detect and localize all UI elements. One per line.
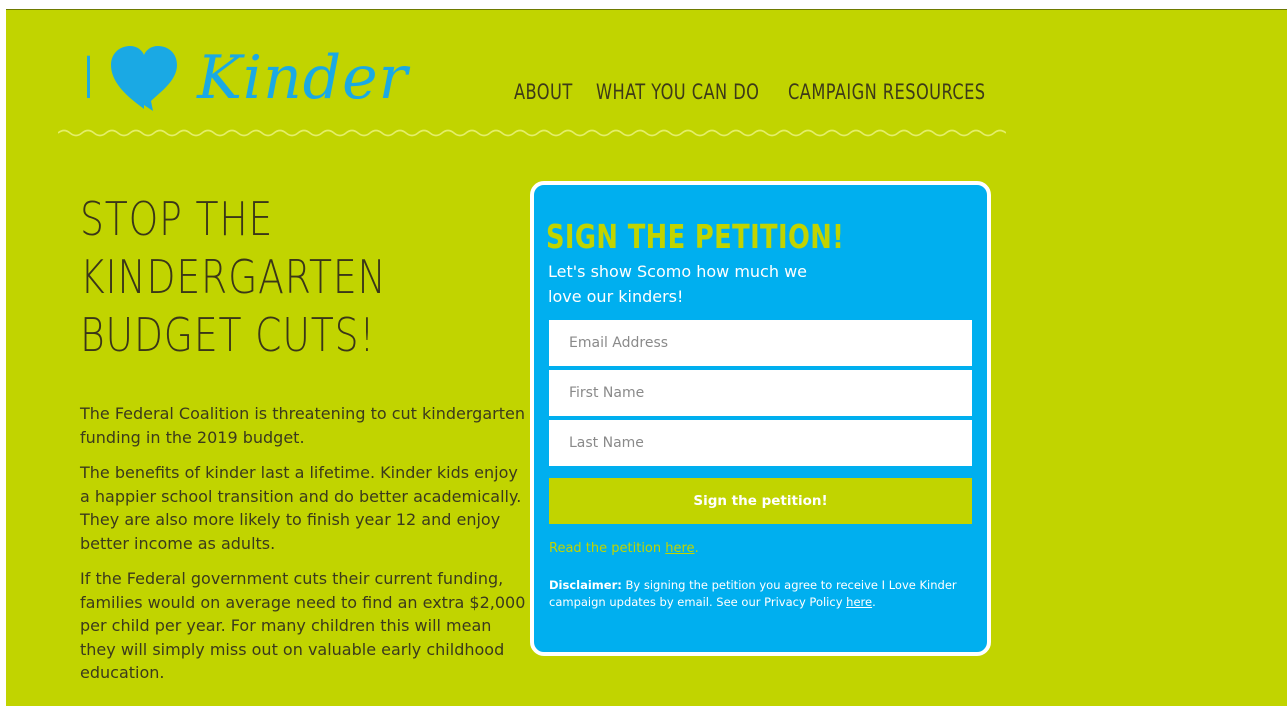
logo-prefix: I <box>80 44 98 112</box>
nav-item-campaign-resources[interactable]: CAMPAIGN RESOURCES <box>788 80 986 104</box>
heart-icon <box>111 46 178 111</box>
headline-line-2: KINDERGARTEN <box>80 250 387 304</box>
petition-card: SIGN THE PETITION! Let's show Scomo how … <box>530 181 991 656</box>
privacy-policy-link[interactable]: here <box>846 595 872 609</box>
petition-subtitle: Let's show Scomo how much we love our ki… <box>548 262 807 306</box>
disclaimer-suffix: . <box>872 594 876 609</box>
sign-petition-button[interactable]: Sign the petition! <box>549 478 972 524</box>
read-petition-suffix: . <box>694 541 699 556</box>
hero-paragraph-3: If the Federal government cuts their cur… <box>80 569 526 682</box>
email-field[interactable] <box>549 320 972 366</box>
nav-item-what-you-can-do[interactable]: WHAT YOU CAN DO <box>596 80 759 104</box>
disclaimer: Disclaimer: By signing the petition you … <box>549 577 979 610</box>
petition-title: SIGN THE PETITION! <box>546 217 845 256</box>
read-petition-prefix: Read the petition <box>549 541 666 556</box>
hero-paragraph-1: The Federal Coalition is threatening to … <box>80 404 525 447</box>
disclaimer-label: Disclaimer: <box>549 578 622 592</box>
headline-line-1: STOP THE <box>80 192 274 246</box>
site-logo[interactable]: I Kinder <box>80 38 408 118</box>
read-petition-link[interactable]: here <box>665 541 694 556</box>
hero-paragraph-2: The benefits of kinder last a lifetime. … <box>80 463 522 553</box>
page-headline: STOP THE KINDERGARTEN BUDGET CUTS! <box>80 190 424 364</box>
logo-word: Kinder <box>197 43 409 113</box>
last-name-field[interactable] <box>549 420 972 466</box>
first-name-field[interactable] <box>549 370 972 416</box>
hero-body: The Federal Coalition is threatening to … <box>80 402 526 697</box>
squiggle-divider <box>58 129 1006 137</box>
headline-line-3: BUDGET CUTS! <box>80 308 376 362</box>
nav-item-about[interactable]: ABOUT <box>514 80 573 104</box>
read-petition-line: Read the petition here. <box>549 541 699 556</box>
main-nav: ABOUT WHAT YOU CAN DO CAMPAIGN RESOURCES <box>514 80 1018 104</box>
page-background: I Kinder ABOUT WHAT YOU CAN DO CAMPAIGN … <box>6 9 1287 706</box>
